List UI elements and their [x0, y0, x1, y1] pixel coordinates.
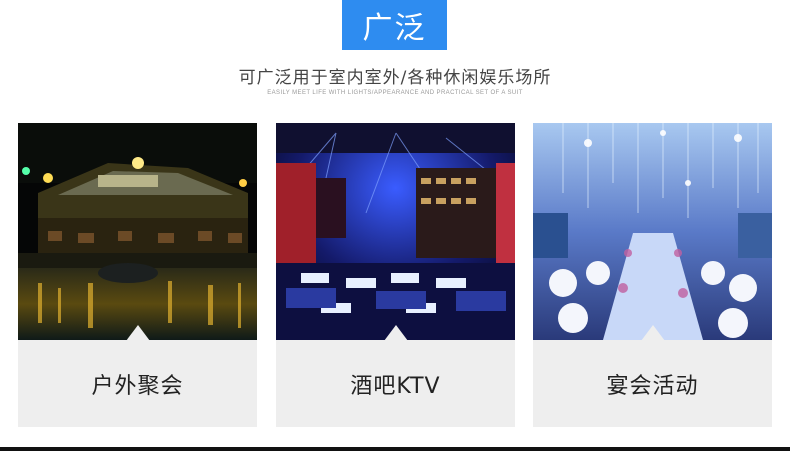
header-badge: 广泛	[342, 0, 447, 50]
caption-pointer	[126, 325, 150, 341]
caption-box: 酒吧KTV	[276, 340, 515, 427]
caption-box: 宴会活动	[533, 340, 772, 427]
card-caption: 户外聚会	[91, 373, 184, 399]
outdoor-party-photo	[18, 123, 257, 340]
caption-pointer	[641, 325, 665, 341]
bottom-divider	[0, 447, 790, 451]
card-caption: 酒吧KTV	[350, 373, 441, 399]
banquet-event-photo	[533, 123, 772, 340]
section-tagline: EASILY MEET LIFE WITH LIGHTS/APPEARANCE …	[267, 90, 523, 96]
section-subtitle: 可广泛用于室内室外/各种休闲娱乐场所	[238, 68, 552, 88]
scene-card-outdoor: 户外聚会	[18, 123, 257, 427]
scene-card-bar-ktv: 酒吧KTV	[276, 123, 515, 427]
card-caption: 宴会活动	[606, 373, 699, 399]
scene-card-banquet: 宴会活动	[533, 123, 772, 427]
bar-ktv-photo	[276, 123, 515, 340]
caption-pointer	[384, 325, 408, 341]
caption-box: 户外聚会	[18, 340, 257, 427]
